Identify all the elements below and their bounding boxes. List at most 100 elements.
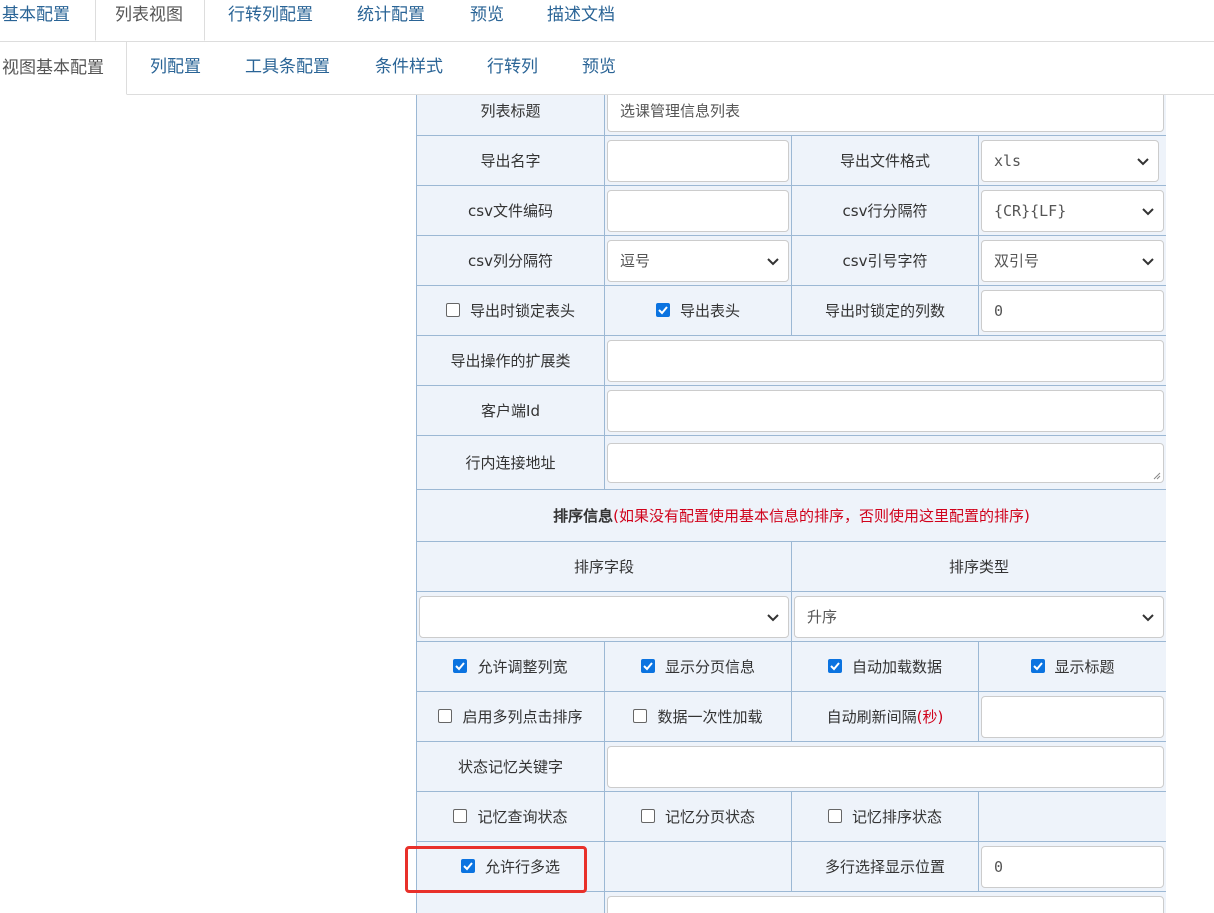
show-title-cell: 显示标题 bbox=[977, 641, 1166, 692]
export-format-label: 导出文件格式 bbox=[791, 135, 979, 186]
csv-col-sep-select[interactable]: 逗号 bbox=[607, 239, 789, 282]
lock-cols-input[interactable]: 0 bbox=[981, 289, 1165, 332]
sort-section-title: 排序信息 bbox=[553, 507, 614, 525]
chevron-down-icon bbox=[767, 613, 779, 621]
sort-type-select[interactable]: 升序 bbox=[794, 595, 1165, 638]
export-format-select[interactable]: xls bbox=[981, 139, 1159, 182]
tab-description-doc[interactable]: 描述文档 bbox=[547, 0, 615, 41]
top-tab-bar: 基本配置 列表视图 行转列配置 统计配置 预览 描述文档 bbox=[0, 0, 1214, 42]
state-key-input[interactable] bbox=[607, 745, 1165, 788]
empty-cell bbox=[977, 791, 1166, 842]
remember-query-checkbox[interactable] bbox=[453, 808, 468, 823]
next-row-label-cell bbox=[416, 891, 605, 913]
sort-section-header: 排序信息(如果没有配置使用基本信息的排序，否则使用这里配置的排序) bbox=[416, 489, 1166, 542]
csv-quote-select[interactable]: 双引号 bbox=[981, 239, 1165, 282]
chevron-down-icon bbox=[1142, 613, 1154, 621]
csv-row-sep-label: csv行分隔符 bbox=[791, 185, 979, 236]
show-title-checkbox[interactable] bbox=[1030, 658, 1045, 673]
export-name-label: 导出名字 bbox=[416, 135, 605, 186]
allow-resize-checkbox[interactable] bbox=[453, 658, 468, 673]
tab-preview[interactable]: 预览 bbox=[470, 0, 504, 41]
resize-grip-icon[interactable] bbox=[1151, 470, 1161, 480]
chevron-down-icon bbox=[767, 257, 779, 265]
csv-encoding-input[interactable] bbox=[607, 189, 789, 232]
check-icon bbox=[455, 661, 466, 670]
remember-page-cell: 记忆分页状态 bbox=[604, 791, 792, 842]
show-paging-cell: 显示分页信息 bbox=[604, 641, 792, 692]
tab-stats-config[interactable]: 统计配置 bbox=[357, 0, 425, 41]
lock-cols-label: 导出时锁定的列数 bbox=[791, 285, 979, 336]
remember-page-label: 记忆分页状态 bbox=[664, 808, 755, 826]
multi-sort-cell: 启用多列点击排序 bbox=[416, 691, 605, 742]
load-once-label: 数据一次性加载 bbox=[657, 708, 763, 726]
lock-header-label: 导出时锁定表头 bbox=[469, 302, 575, 320]
client-id-label: 客户端Id bbox=[416, 385, 605, 436]
export-header-label: 导出表头 bbox=[679, 302, 740, 320]
load-once-cell: 数据一次性加载 bbox=[604, 691, 792, 742]
export-name-input[interactable] bbox=[607, 139, 789, 182]
auto-refresh-input[interactable] bbox=[981, 695, 1165, 738]
auto-load-label: 自动加载数据 bbox=[851, 658, 942, 676]
chevron-down-icon bbox=[1142, 207, 1154, 215]
show-title-label: 显示标题 bbox=[1054, 658, 1115, 676]
empty-cell bbox=[604, 841, 792, 892]
export-ext-label: 导出操作的扩展类 bbox=[416, 335, 605, 386]
multi-select-pos-label: 多行选择显示位置 bbox=[791, 841, 979, 892]
multi-sort-label: 启用多列点击排序 bbox=[462, 708, 583, 726]
list-title-input[interactable]: 选课管理信息列表 bbox=[607, 95, 1165, 132]
inline-link-label: 行内连接地址 bbox=[416, 435, 605, 490]
remember-sort-label: 记忆排序状态 bbox=[851, 808, 942, 826]
inline-link-textarea[interactable] bbox=[607, 442, 1165, 483]
tab-sub-preview[interactable]: 预览 bbox=[582, 41, 616, 94]
highlight-box bbox=[405, 846, 587, 893]
remember-sort-cell: 记忆排序状态 bbox=[791, 791, 979, 842]
csv-col-sep-label: csv列分隔符 bbox=[416, 235, 605, 286]
tab-row-to-col[interactable]: 行转列 bbox=[487, 41, 538, 94]
client-id-input[interactable] bbox=[607, 389, 1165, 432]
sub-tab-bar: 视图基本配置 列配置 工具条配置 条件样式 行转列 预览 bbox=[0, 41, 1214, 95]
load-once-checkbox[interactable] bbox=[633, 708, 648, 723]
check-icon bbox=[830, 661, 840, 670]
csv-row-sep-select[interactable]: {CR}{LF} bbox=[981, 189, 1165, 232]
config-form: 列表标题 选课管理信息列表 导出名字 导出文件格式 xls csv文件编码 cs… bbox=[416, 95, 1166, 913]
export-header-checkbox[interactable] bbox=[655, 302, 670, 317]
chevron-down-icon bbox=[1142, 257, 1154, 265]
show-paging-label: 显示分页信息 bbox=[664, 658, 755, 676]
multi-select-pos-input[interactable]: 0 bbox=[981, 845, 1165, 888]
csv-encoding-label: csv文件编码 bbox=[416, 185, 605, 236]
export-header-cell: 导出表头 bbox=[604, 285, 792, 336]
sort-type-label: 排序类型 bbox=[790, 541, 1166, 592]
multi-sort-checkbox[interactable] bbox=[438, 708, 453, 723]
auto-load-checkbox[interactable] bbox=[827, 658, 842, 673]
remember-page-checkbox[interactable] bbox=[640, 808, 655, 823]
remember-query-label: 记忆查询状态 bbox=[477, 808, 568, 826]
lock-header-cell: 导出时锁定表头 bbox=[416, 285, 605, 336]
tab-view-basic-config[interactable]: 视图基本配置 bbox=[0, 41, 127, 95]
auto-load-cell: 自动加载数据 bbox=[791, 641, 979, 692]
tab-column-config[interactable]: 列配置 bbox=[150, 41, 201, 94]
tab-list-view[interactable]: 列表视图 bbox=[95, 0, 205, 41]
tab-basic-config[interactable]: 基本配置 bbox=[2, 0, 70, 41]
config-table: 列表标题 选课管理信息列表 导出名字 导出文件格式 xls csv文件编码 cs… bbox=[416, 95, 1166, 913]
auto-refresh-label: 自动刷新间隔(秒) bbox=[791, 691, 979, 742]
export-ext-input[interactable] bbox=[607, 339, 1165, 382]
check-icon bbox=[658, 305, 668, 314]
show-paging-checkbox[interactable] bbox=[640, 658, 655, 673]
remember-sort-checkbox[interactable] bbox=[827, 808, 842, 823]
lock-header-checkbox[interactable] bbox=[445, 302, 460, 317]
auto-refresh-unit: (秒) bbox=[916, 708, 944, 726]
sort-section-note: (如果没有配置使用基本信息的排序，否则使用这里配置的排序) bbox=[613, 507, 1030, 525]
tab-row-col-config[interactable]: 行转列配置 bbox=[228, 0, 313, 41]
state-key-label: 状态记忆关键字 bbox=[416, 741, 605, 792]
remember-query-cell: 记忆查询状态 bbox=[416, 791, 605, 842]
chevron-down-icon bbox=[1137, 157, 1149, 165]
allow-resize-cell: 允许调整列宽 bbox=[416, 641, 605, 692]
sort-field-label: 排序字段 bbox=[416, 541, 792, 592]
tab-condition-style[interactable]: 条件样式 bbox=[375, 41, 443, 94]
list-title-label: 列表标题 bbox=[416, 95, 605, 136]
sort-field-select[interactable] bbox=[419, 595, 789, 638]
next-row-input[interactable] bbox=[607, 895, 1165, 913]
allow-resize-label: 允许调整列宽 bbox=[477, 658, 568, 676]
check-icon bbox=[1032, 661, 1043, 670]
tab-toolbar-config[interactable]: 工具条配置 bbox=[245, 41, 330, 94]
